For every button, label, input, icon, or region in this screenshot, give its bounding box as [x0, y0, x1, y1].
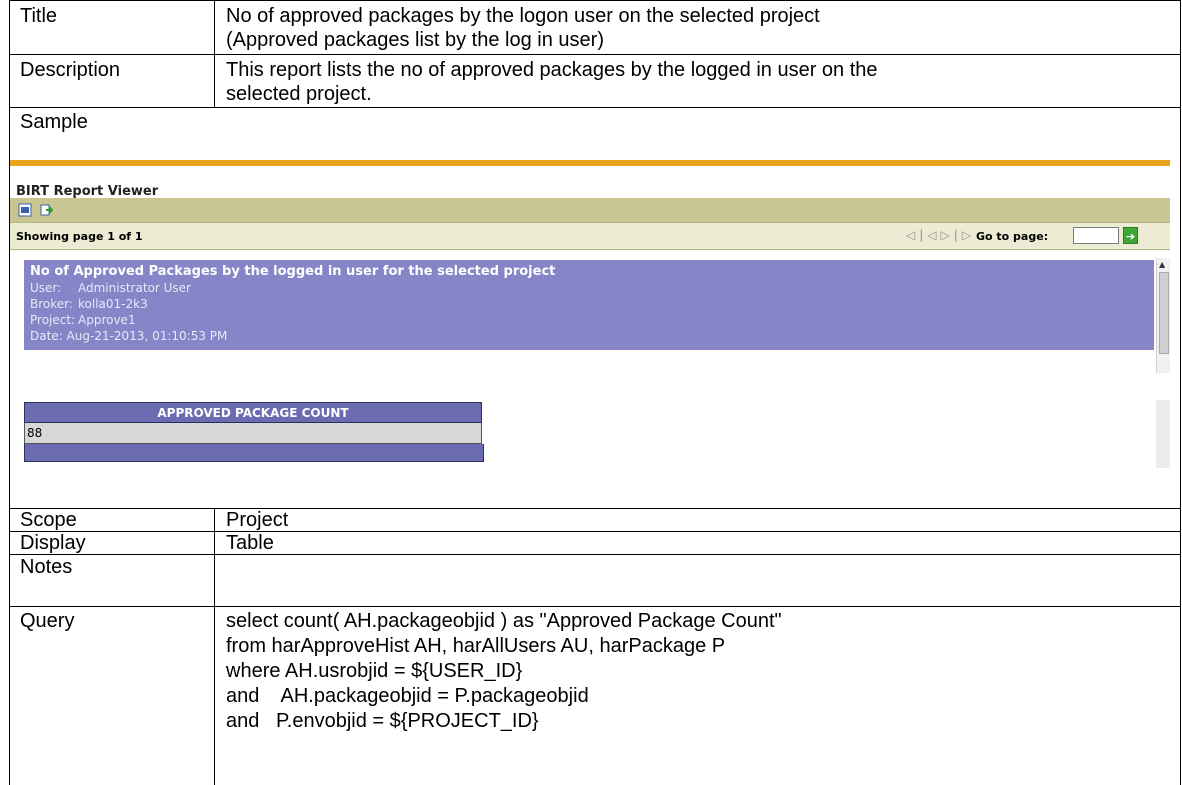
column-divider-bottom	[214, 508, 215, 785]
title-line-1: No of approved packages by the logon use…	[226, 5, 820, 27]
page-nav-arrows: ◁|◁▷|▷	[906, 228, 975, 242]
data-export-icon[interactable]	[40, 203, 54, 217]
goto-page-label: Go to page:	[976, 230, 1049, 243]
report-user-row: User: Administrator User	[30, 281, 191, 295]
query-line-4: and AH.packageobjid = P.packageobjid	[226, 685, 589, 707]
viewer-navigation-bar: Showing page 1 of 1 ◁|◁▷|▷ Go to page: ➔	[10, 222, 1170, 250]
broker-value: kolla01-2k3	[78, 297, 148, 311]
description-label: Description	[20, 59, 121, 81]
viewer-title: BIRT Report Viewer	[16, 184, 159, 199]
report-header-panel: No of Approved Packages by the logged in…	[24, 260, 1154, 350]
broker-label: Broker:	[30, 297, 73, 311]
viewer-titlebar	[10, 166, 1170, 199]
rule-top	[10, 0, 1180, 1]
viewer-scrollbar[interactable]: ▲	[1156, 258, 1170, 373]
report-broker-row: Broker: kolla01-2k3	[30, 297, 148, 311]
project-label: Project:	[30, 313, 76, 327]
scope-value: Project	[226, 509, 289, 531]
rule-after-description	[10, 107, 1180, 108]
column-divider-top	[214, 0, 215, 107]
query-line-2: from harApproveHist AH, harAllUsers AU, …	[226, 635, 726, 657]
description-line-1: This report lists the no of approved pac…	[226, 59, 878, 81]
title-line-2: (Approved packages list by the log in us…	[226, 29, 604, 51]
goto-page-button[interactable]: ➔	[1123, 227, 1138, 244]
go-arrow-icon: ➔	[1125, 230, 1136, 243]
rule-after-sample	[10, 508, 1180, 509]
project-value: Approve1	[78, 313, 136, 327]
count-table-footer	[24, 444, 484, 462]
pdf-export-icon[interactable]	[18, 203, 32, 217]
query-line-5: and P.envobjid = ${PROJECT_ID}	[226, 710, 539, 732]
query-line-3: where AH.usrobjid = ${USER_ID}	[226, 660, 523, 682]
scroll-up-icon[interactable]: ▲	[1159, 260, 1165, 269]
rule-after-scope	[10, 531, 1180, 532]
description-line-2: selected project.	[226, 83, 372, 105]
count-table-value: 88	[24, 423, 482, 444]
page-status: Showing page 1 of 1	[16, 230, 143, 243]
report-spec-table: Title No of approved packages by the log…	[9, 0, 1181, 785]
birt-viewer-screenshot: BIRT Report Viewer Showing page 1 of 1 ◁…	[10, 160, 1170, 478]
scope-label: Scope	[20, 509, 77, 531]
rule-after-notes	[10, 606, 1180, 607]
next-page-icon[interactable]: ▷	[941, 228, 954, 242]
report-title: No of Approved Packages by the logged in…	[30, 264, 556, 279]
user-value: Administrator User	[78, 281, 191, 295]
sample-label: Sample	[20, 111, 88, 133]
display-label: Display	[20, 532, 86, 554]
query-line-1: select count( AH.packageobjid ) as "Appr…	[226, 610, 782, 632]
scrollbar-thumb[interactable]	[1159, 272, 1169, 354]
report-date: Date: Aug-21-2013, 01:10:53 PM	[30, 329, 228, 343]
display-value: Table	[226, 532, 274, 554]
viewer-scrollbar-lower	[1156, 400, 1170, 468]
first-page-icon[interactable]: ◁|	[906, 228, 927, 242]
rule-after-title	[10, 54, 1180, 55]
last-page-icon[interactable]: |▷	[954, 228, 975, 242]
report-project-row: Project: Approve1	[30, 313, 136, 327]
query-label: Query	[20, 610, 75, 632]
viewer-content: No of Approved Packages by the logged in…	[10, 250, 1170, 478]
goto-page-input[interactable]	[1073, 227, 1119, 244]
rule-after-display	[10, 554, 1180, 555]
title-label: Title	[20, 5, 58, 27]
previous-page-icon[interactable]: ◁	[927, 228, 940, 242]
count-table-header: APPROVED PACKAGE COUNT	[24, 402, 482, 423]
notes-label: Notes	[20, 556, 73, 578]
viewer-toolbar	[10, 198, 1170, 222]
user-label: User:	[30, 281, 62, 295]
